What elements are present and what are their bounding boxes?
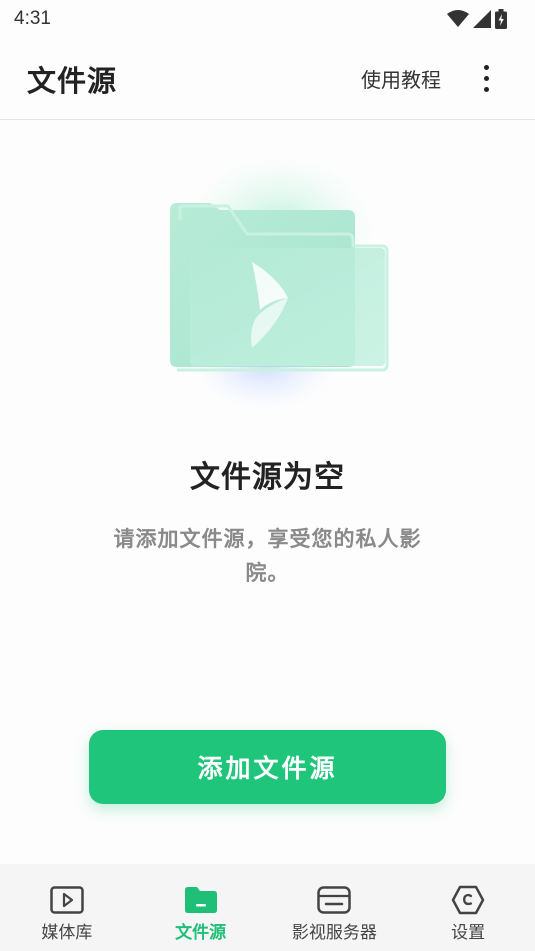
empty-state-title: 文件源为空 bbox=[190, 460, 345, 495]
wifi-icon bbox=[447, 10, 469, 27]
add-file-source-button[interactable]: 添加文件源 bbox=[89, 730, 446, 804]
media-library-icon bbox=[49, 884, 85, 916]
nav-item-settings[interactable]: 设置 bbox=[401, 864, 535, 951]
more-vertical-icon-dot bbox=[483, 76, 489, 81]
app-actions: 使用教程 bbox=[361, 59, 535, 99]
nav-label-media-library: 媒体库 bbox=[41, 923, 93, 943]
signal-icon bbox=[473, 10, 491, 28]
settings-icon bbox=[450, 884, 486, 916]
page-title: 文件源 bbox=[27, 63, 118, 98]
more-options-button[interactable] bbox=[471, 59, 501, 99]
status-time: 4:31 bbox=[14, 8, 51, 29]
nav-item-media-server[interactable]: 影视服务器 bbox=[268, 864, 402, 951]
folder-icon bbox=[183, 884, 219, 916]
nav-label-file-source: 文件源 bbox=[175, 923, 227, 943]
status-bar: 4:31 bbox=[0, 0, 535, 38]
status-icons bbox=[447, 9, 507, 29]
more-vertical-icon bbox=[483, 65, 489, 70]
nav-item-media-library[interactable]: 媒体库 bbox=[0, 864, 134, 951]
tutorial-link[interactable]: 使用教程 bbox=[361, 64, 441, 93]
empty-state-description: 请添加文件源，享受您的私人影院。 bbox=[113, 527, 422, 585]
server-icon bbox=[316, 884, 352, 916]
nav-label-media-server: 影视服务器 bbox=[291, 923, 377, 943]
nav-label-settings: 设置 bbox=[451, 923, 486, 943]
nav-item-file-source[interactable]: 文件源 bbox=[134, 864, 268, 951]
bottom-navigation: 媒体库 文件源 影视服务器 设置 bbox=[0, 864, 535, 951]
battery-icon bbox=[495, 9, 507, 29]
app-bar: 文件源 使用教程 bbox=[0, 38, 535, 120]
more-vertical-icon-dot bbox=[483, 87, 489, 92]
folder-icon bbox=[170, 155, 389, 410]
